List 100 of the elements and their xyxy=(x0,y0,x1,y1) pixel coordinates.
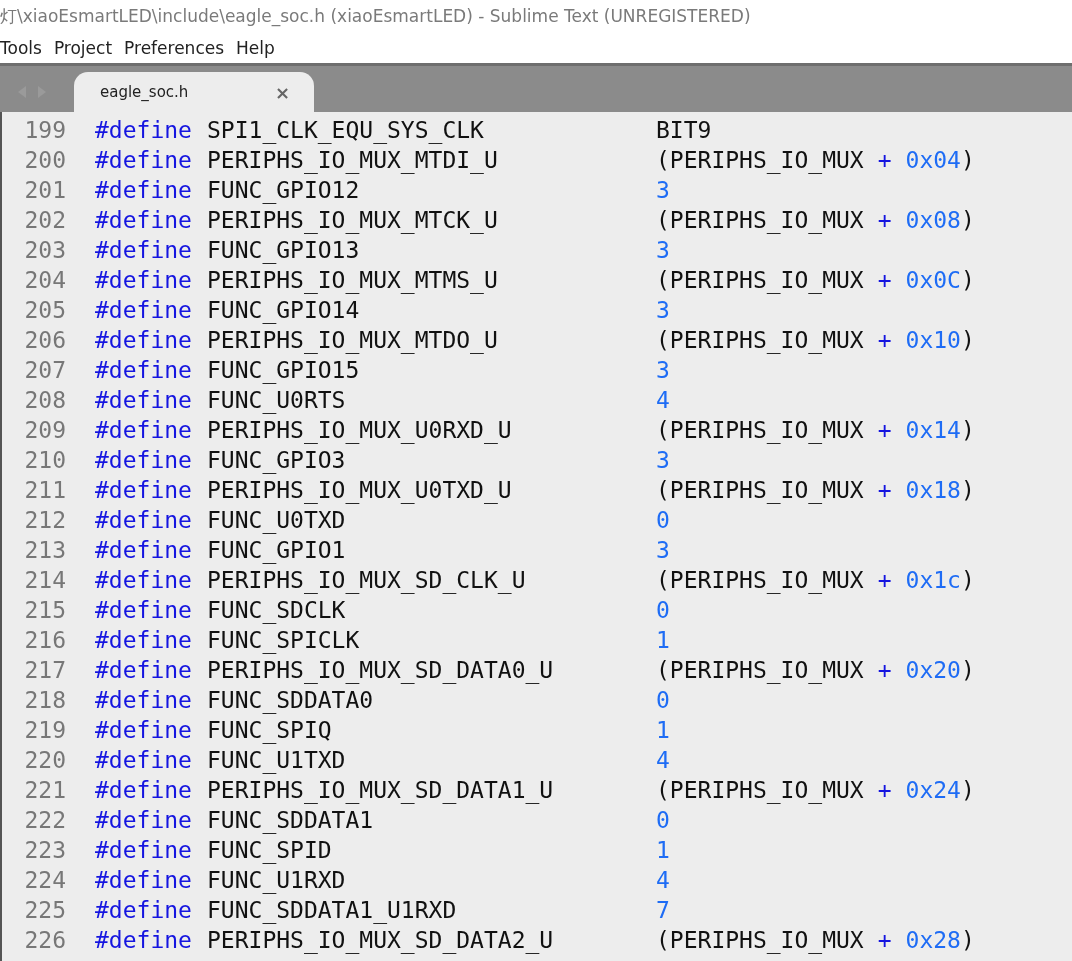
code-text: (PERIPHS_IO_MUX xyxy=(656,477,864,503)
line-number: 214 xyxy=(23,567,67,593)
line-number: 224 xyxy=(23,867,67,893)
macro-name: FUNC_SDDATA0 xyxy=(207,687,375,713)
line-number: 207 xyxy=(23,357,67,383)
macro-name: PERIPHS_IO_MUX_MTMS_U xyxy=(207,267,499,293)
line-number: 199 xyxy=(23,117,67,143)
file-tab[interactable]: eagle_soc.h × xyxy=(74,72,314,112)
number-literal: 4 xyxy=(656,387,670,413)
line-number: 220 xyxy=(23,747,67,773)
keyword: #define xyxy=(95,687,193,713)
macro-name: FUNC_SPIQ xyxy=(207,717,333,743)
macro-name: FUNC_SDDATA1 xyxy=(207,807,375,833)
keyword: #define xyxy=(95,477,193,503)
operator: + xyxy=(877,207,892,233)
macro-name: FUNC_GPIO12 xyxy=(207,177,361,203)
keyword: #define xyxy=(95,297,193,323)
keyword: #define xyxy=(95,117,193,143)
number-literal: 0x28 xyxy=(905,927,961,953)
operator: + xyxy=(877,567,892,593)
line-number: 226 xyxy=(23,927,67,953)
code-text: ) xyxy=(960,927,975,953)
macro-name: PERIPHS_IO_MUX_SD_DATA2_U xyxy=(207,927,555,953)
keyword: #define xyxy=(95,417,193,443)
keyword: #define xyxy=(95,237,193,263)
macro-name: FUNC_GPIO13 xyxy=(207,237,361,263)
line-number: 202 xyxy=(23,207,67,233)
line-number: 212 xyxy=(23,507,67,533)
line-number: 201 xyxy=(23,177,67,203)
line-number: 203 xyxy=(23,237,67,263)
macro-name: PERIPHS_IO_MUX_SD_DATA0_U xyxy=(207,657,555,683)
macro-name: FUNC_SPID xyxy=(207,837,333,863)
code-text: ) xyxy=(960,657,975,683)
code-text: (PERIPHS_IO_MUX xyxy=(656,147,864,173)
number-literal: 0x24 xyxy=(905,777,961,803)
operator: + xyxy=(877,417,892,443)
operator: + xyxy=(877,147,892,173)
menu-item[interactable]: Help xyxy=(236,38,275,58)
code-text: (PERIPHS_IO_MUX xyxy=(656,777,864,803)
menu-item[interactable]: Tools xyxy=(0,38,42,58)
number-literal: 3 xyxy=(656,177,670,203)
keyword: #define xyxy=(95,837,193,863)
number-literal: 0x04 xyxy=(905,147,961,173)
number-literal: 0 xyxy=(656,687,670,713)
number-literal: 7 xyxy=(656,897,670,923)
keyword: #define xyxy=(95,927,193,953)
keyword: #define xyxy=(95,507,193,533)
number-literal: 0x10 xyxy=(905,327,961,353)
operator: + xyxy=(877,327,892,353)
line-number: 208 xyxy=(23,387,67,413)
keyword: #define xyxy=(95,747,193,773)
keyword: #define xyxy=(95,267,193,293)
number-literal: 0x20 xyxy=(905,657,961,683)
macro-name: FUNC_U0TXD xyxy=(207,507,347,533)
line-number: 209 xyxy=(23,417,67,443)
keyword: #define xyxy=(95,387,193,413)
code-text: ) xyxy=(960,567,975,593)
operator: + xyxy=(877,927,892,953)
code-text: BIT9 xyxy=(656,117,712,143)
operator: + xyxy=(877,267,892,293)
number-literal: 0x0C xyxy=(905,267,961,293)
macro-name: FUNC_U0RTS xyxy=(207,387,347,413)
number-literal: 0 xyxy=(656,807,670,833)
line-number: 213 xyxy=(23,537,67,563)
keyword: #define xyxy=(95,567,193,593)
macro-name: SPI1_CLK_EQU_SYS_CLK xyxy=(207,117,485,143)
code-text: ) xyxy=(960,147,975,173)
code-text: ) xyxy=(960,417,975,443)
macro-name: FUNC_GPIO1 xyxy=(207,537,347,563)
macro-name: FUNC_U1RXD xyxy=(207,867,347,893)
line-number: 200 xyxy=(23,147,67,173)
line-number: 219 xyxy=(23,717,67,743)
keyword: #define xyxy=(95,147,193,173)
number-literal: 1 xyxy=(656,627,670,653)
keyword: #define xyxy=(95,897,193,923)
operator: + xyxy=(877,657,892,683)
number-literal: 4 xyxy=(656,747,670,773)
line-number: 222 xyxy=(23,807,67,833)
keyword: #define xyxy=(95,207,193,233)
line-number: 225 xyxy=(23,897,67,923)
keyword: #define xyxy=(95,327,193,353)
number-literal: 0x18 xyxy=(905,477,961,503)
keyword: #define xyxy=(95,657,193,683)
macro-name: PERIPHS_IO_MUX_SD_DATA1_U xyxy=(207,777,555,803)
number-literal: 1 xyxy=(656,837,670,863)
menu-item[interactable]: Project xyxy=(53,38,113,58)
number-literal: 3 xyxy=(656,237,670,263)
keyword: #define xyxy=(95,537,193,563)
code-text: (PERIPHS_IO_MUX xyxy=(656,567,864,593)
close-icon[interactable]: × xyxy=(274,81,290,103)
number-literal: 0x1c xyxy=(905,567,961,593)
number-literal: 0x14 xyxy=(905,417,961,443)
number-literal: 3 xyxy=(656,447,670,473)
number-literal: 0 xyxy=(656,597,670,623)
macro-name: FUNC_U1TXD xyxy=(207,747,347,773)
keyword: #define xyxy=(95,597,193,623)
menu-item[interactable]: Preferences xyxy=(124,38,225,58)
operator: + xyxy=(877,477,892,503)
code-text: (PERIPHS_IO_MUX xyxy=(656,417,864,443)
macro-name: PERIPHS_IO_MUX_MTDO_U xyxy=(207,327,499,353)
